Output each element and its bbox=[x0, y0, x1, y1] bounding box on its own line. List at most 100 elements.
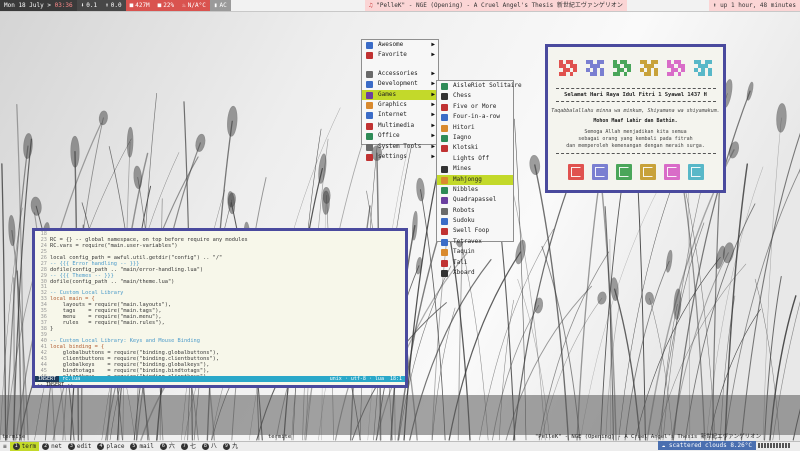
card-line-3: Semoga Allah menjadikan kita semua bbox=[584, 129, 687, 135]
games-item-lights-off[interactable]: Lights Off bbox=[437, 154, 513, 164]
code-area[interactable]: 18 23 RC = {} -- global namespace, on top … bbox=[35, 231, 405, 380]
app-icon bbox=[441, 83, 448, 90]
volume-bar[interactable] bbox=[758, 443, 790, 448]
menu-item-label: Internet bbox=[378, 111, 407, 119]
games-item-mahjongg[interactable]: Mahjongg bbox=[437, 174, 513, 185]
menu-item-development[interactable]: Development ▶ bbox=[362, 79, 438, 89]
app-icon bbox=[441, 259, 448, 267]
submenu-arrow-icon: ▶ bbox=[431, 69, 435, 77]
games-item-robots[interactable]: Robots bbox=[437, 206, 513, 216]
tag-number: 4 bbox=[97, 443, 105, 450]
menu-item-favorite[interactable]: Favorite ▶ bbox=[362, 50, 438, 60]
battery-widget: ▮ AC bbox=[209, 0, 231, 11]
submenu-arrow-icon: ▶ bbox=[431, 80, 435, 88]
menu-item-label: Five or More bbox=[453, 102, 497, 110]
games-item-sudoku[interactable]: Sudoku bbox=[437, 216, 513, 226]
games-item-taquin[interactable]: Taquin bbox=[437, 247, 513, 257]
tag-number: 6 bbox=[159, 443, 167, 450]
menu-item-label: Hitori bbox=[453, 123, 475, 131]
app-icon bbox=[441, 186, 448, 194]
memory-icon: ■ bbox=[129, 2, 134, 9]
submenu-arrow-icon: ▶ bbox=[431, 51, 435, 59]
menu-item-label: Multimedia bbox=[378, 121, 415, 129]
menu-item-settings[interactable]: settings ▶ bbox=[362, 152, 438, 162]
menu-item-label: Accessories bbox=[378, 69, 418, 77]
tag-number: 9 bbox=[222, 443, 230, 450]
greeting-card-window[interactable]: Selamat Hari Raya Idul Fitri 1 Syawal 14… bbox=[545, 44, 726, 193]
music-widget[interactable]: ♫ "PelleK" - NGE (Opening) - A Cruel Ang… bbox=[365, 0, 627, 11]
menu-item-graphics[interactable]: Graphics ▶ bbox=[362, 100, 438, 110]
app-icon bbox=[441, 134, 448, 142]
task-music[interactable]: "PelleK" - NGE (Opening) - A Cruel Angel… bbox=[535, 434, 761, 441]
games-item-aisleriot-solitaire[interactable]: AisleRiot Solitaire bbox=[437, 81, 522, 91]
menu-item-label: Games bbox=[378, 90, 397, 98]
app-icon bbox=[366, 42, 373, 49]
games-item-swell-foop[interactable]: Swell Foop bbox=[437, 226, 513, 236]
tag-number: 5 bbox=[130, 443, 138, 450]
app-icon bbox=[366, 52, 373, 60]
menu-item-internet[interactable]: Internet ▶ bbox=[362, 110, 438, 120]
menu-item-system-tools[interactable]: System Tools ▶ bbox=[362, 142, 438, 152]
games-item-nibbles[interactable]: Nibbles bbox=[437, 185, 513, 195]
bottom-panel: termite termite "PelleK" - NGE (Opening)… bbox=[0, 434, 800, 451]
spiral-ornament bbox=[567, 164, 584, 180]
app-icon bbox=[366, 153, 373, 161]
app-icon bbox=[441, 145, 448, 153]
pixel-ornament bbox=[586, 60, 604, 76]
games-item-klotski[interactable]: Klotski bbox=[437, 143, 513, 153]
pixel-ornament bbox=[559, 60, 577, 76]
menu-item-label: AisleRiot Solitaire bbox=[453, 82, 522, 89]
tag-number: 1 bbox=[12, 443, 20, 450]
games-item-tali[interactable]: Tali bbox=[437, 258, 513, 268]
menu-item-label: Lights Off bbox=[453, 154, 490, 162]
time-label: 03:36 bbox=[54, 2, 73, 9]
games-item-chess[interactable]: Chess bbox=[437, 91, 513, 101]
spiral-ornaments bbox=[548, 164, 723, 180]
vim-editor-window[interactable]: 18 23 RC = {} -- global namespace, on top … bbox=[32, 228, 408, 388]
pixel-ornaments bbox=[548, 60, 723, 76]
line-text: } bbox=[50, 326, 54, 332]
song-title: "PelleK" - NGE (Opening) - A Cruel Angel… bbox=[376, 2, 623, 9]
games-item-hitori[interactable]: Hitori bbox=[437, 123, 513, 133]
menu-item-multimedia[interactable]: Multimedia ▶ bbox=[362, 121, 438, 131]
games-item-five-or-more[interactable]: Five or More bbox=[437, 102, 513, 112]
app-icon bbox=[441, 218, 448, 226]
task-termite-left[interactable]: termite bbox=[2, 434, 25, 441]
card-title: Selamat Hari Raya Idul Fitri 1 Syawal 14… bbox=[564, 92, 707, 98]
games-item-tetravex[interactable]: Tetravex bbox=[437, 237, 513, 247]
clock[interactable]: Mon 18 July > 03:36 bbox=[0, 0, 77, 11]
games-item-iagno[interactable]: Iagno bbox=[437, 133, 513, 143]
menu-item-label: Robots bbox=[453, 206, 475, 214]
app-icon bbox=[441, 166, 448, 174]
line-text: RC.vars = require("main.user-variables") bbox=[50, 242, 178, 249]
app-icon bbox=[366, 112, 373, 120]
menu-item-label: Mines bbox=[453, 165, 472, 173]
menu-item-label: Quadrapassel bbox=[453, 196, 497, 204]
games-submenu: AisleRiot Solitaire Chess Five or More Four… bbox=[436, 80, 522, 278]
app-icon bbox=[366, 133, 373, 141]
menu-item-office[interactable]: Office ▶ bbox=[362, 131, 438, 141]
games-item-four-in-a-row[interactable]: Four-in-a-row bbox=[437, 112, 513, 122]
task-titles: termite termite "PelleK" - NGE (Opening)… bbox=[0, 434, 800, 441]
app-icon bbox=[441, 207, 448, 215]
menu-item-awesome[interactable]: Awesome ▶ bbox=[362, 40, 438, 50]
spiral-ornament bbox=[687, 164, 704, 180]
menu-item-accessories[interactable]: Accessories ▶ bbox=[362, 69, 438, 79]
line-text: rules = require("main.rules"), bbox=[50, 320, 165, 327]
app-icon bbox=[441, 176, 448, 184]
app-icon bbox=[441, 93, 448, 101]
menu-item-label: System Tools bbox=[378, 142, 422, 150]
cpu-value: 22% bbox=[163, 2, 175, 9]
battery-value: AC bbox=[219, 2, 227, 9]
top-panel: Mon 18 July > 03:36 ⬇ 0.1 ⬆ 0.0 ■ 427M ■ 22%… bbox=[0, 0, 800, 12]
task-termite-center[interactable]: termite bbox=[268, 434, 291, 441]
menu-item-label: Graphics bbox=[378, 100, 407, 108]
app-icon bbox=[366, 101, 373, 109]
games-item-mines[interactable]: Mines bbox=[437, 164, 513, 174]
games-item-quadrapassel[interactable]: Quadrapassel bbox=[437, 195, 513, 205]
app-icon bbox=[366, 70, 373, 78]
menu-item-games[interactable]: Games ▶ bbox=[362, 89, 438, 100]
games-item-xboard[interactable]: Xboard bbox=[437, 268, 513, 278]
uptime-value: up 1 hour, 48 minutes bbox=[720, 2, 796, 9]
tag-number: 2 bbox=[42, 443, 50, 450]
